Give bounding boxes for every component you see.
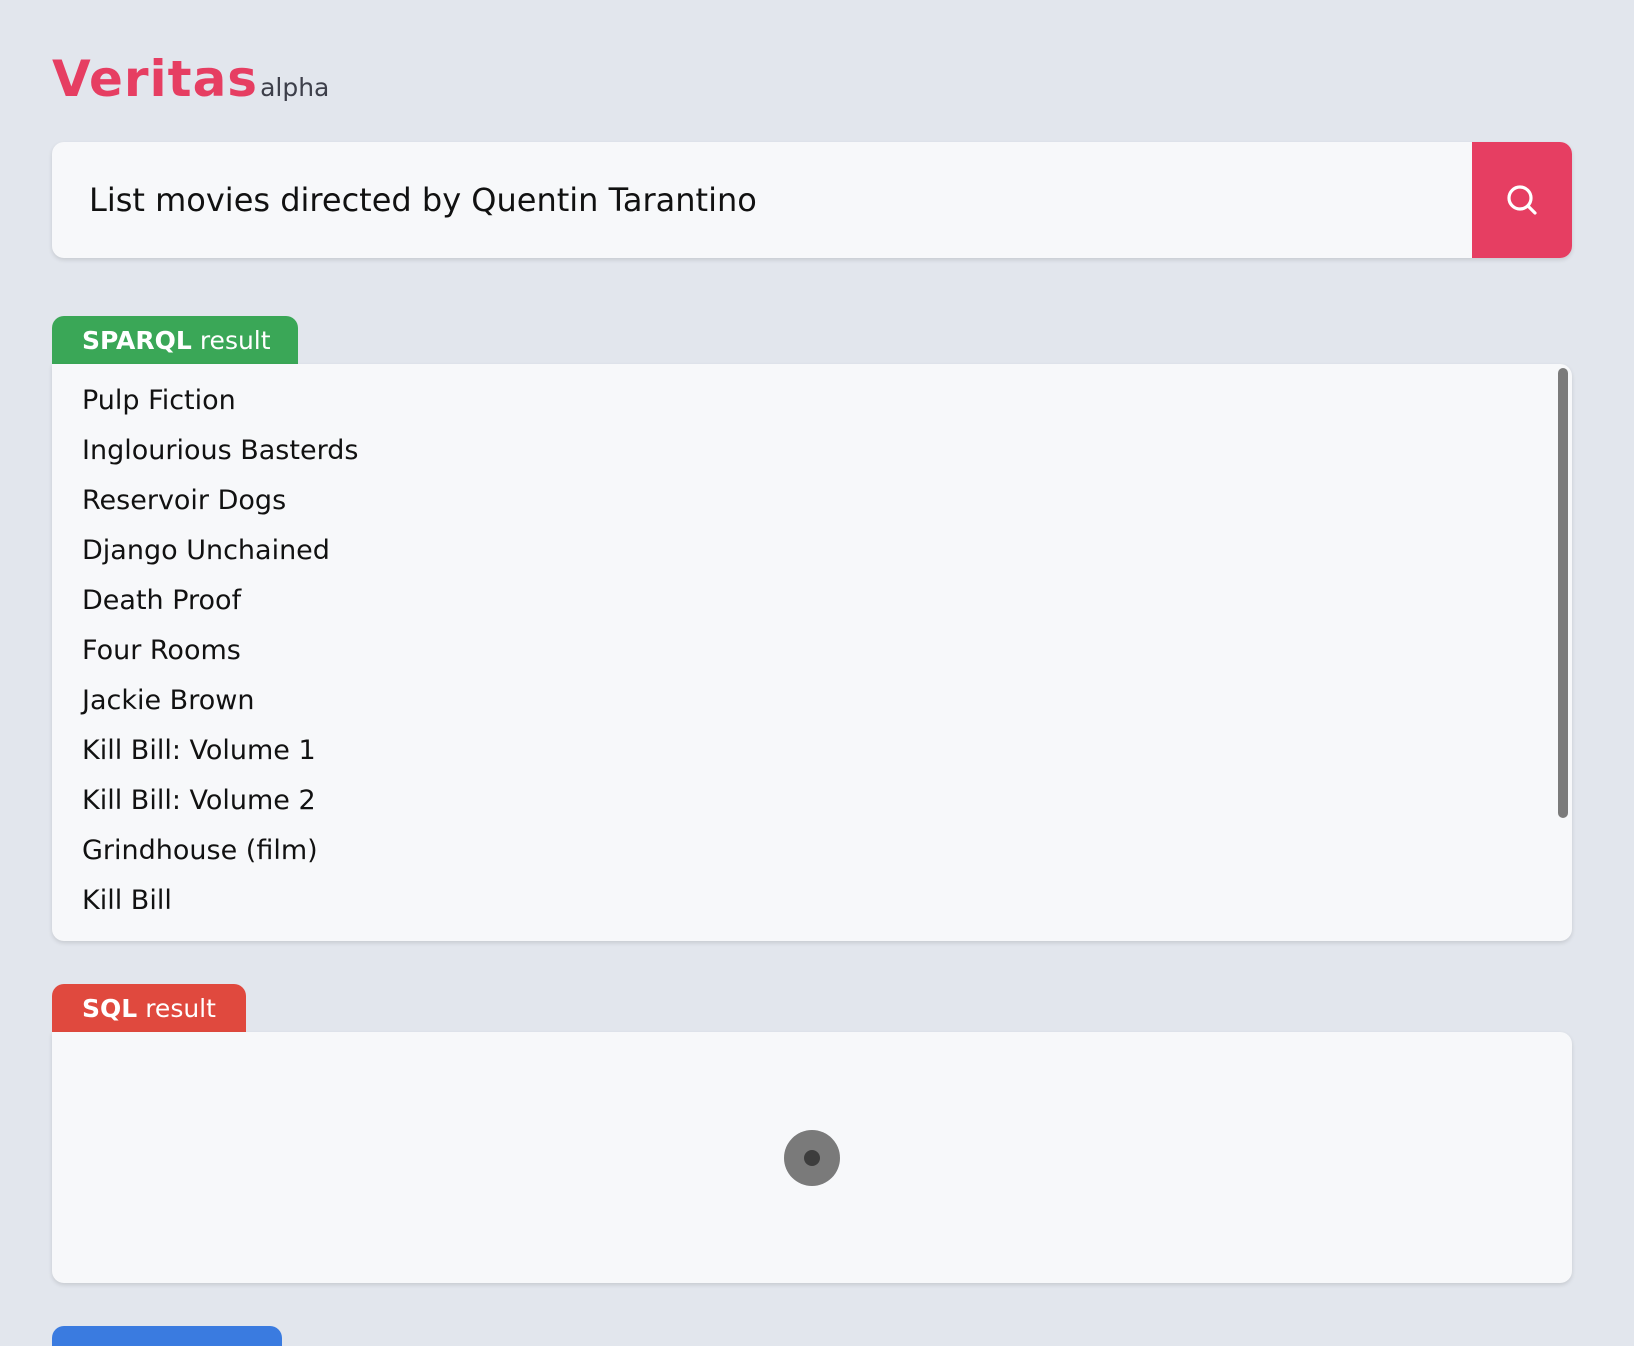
loading-spinner-dot [804, 1150, 820, 1166]
tab-sparql-result[interactable]: SPARQL result [52, 316, 298, 364]
search-bar [52, 142, 1572, 258]
list-item: Django Unchained [82, 535, 330, 566]
app-tag: alpha [260, 73, 330, 102]
sql-result-panel [52, 1032, 1572, 1283]
search-input[interactable] [52, 142, 1472, 258]
list-item: Kill Bill [82, 885, 172, 916]
app-name: Veritas [52, 50, 259, 108]
list-item: Pulp Fiction [82, 385, 236, 416]
list-item: Jackie Brown [82, 685, 255, 716]
tab-sql-label: result [145, 993, 216, 1023]
list-item: Grindhouse (film) [82, 835, 318, 866]
list-item: Kill Bill: Volume 2 [82, 785, 316, 816]
app-logo: Veritas alpha [52, 50, 329, 108]
list-item: Reservoir Dogs [82, 485, 287, 516]
search-button[interactable] [1472, 142, 1572, 258]
loading-spinner [784, 1130, 840, 1186]
tab-sparql-label-bold: SPARQL [82, 325, 192, 355]
tab-sql-label-bold: SQL [82, 993, 138, 1023]
list-item: Four Rooms [82, 635, 241, 666]
search-icon [1507, 185, 1537, 215]
tab-sql-result[interactable]: SQL result [52, 984, 246, 1032]
list-item: Inglourious Basterds [82, 435, 359, 466]
tab-next-result[interactable] [52, 1326, 282, 1346]
sparql-scrollbar[interactable] [1558, 368, 1568, 818]
list-item: Death Proof [82, 585, 242, 616]
sparql-result-panel: Pulp Fiction Inglourious Basterds Reserv… [52, 364, 1572, 941]
sparql-result-list: Pulp Fiction Inglourious Basterds Reserv… [52, 364, 1572, 926]
tab-sparql-label: result [199, 325, 271, 355]
list-item: Kill Bill: Volume 1 [82, 735, 316, 766]
